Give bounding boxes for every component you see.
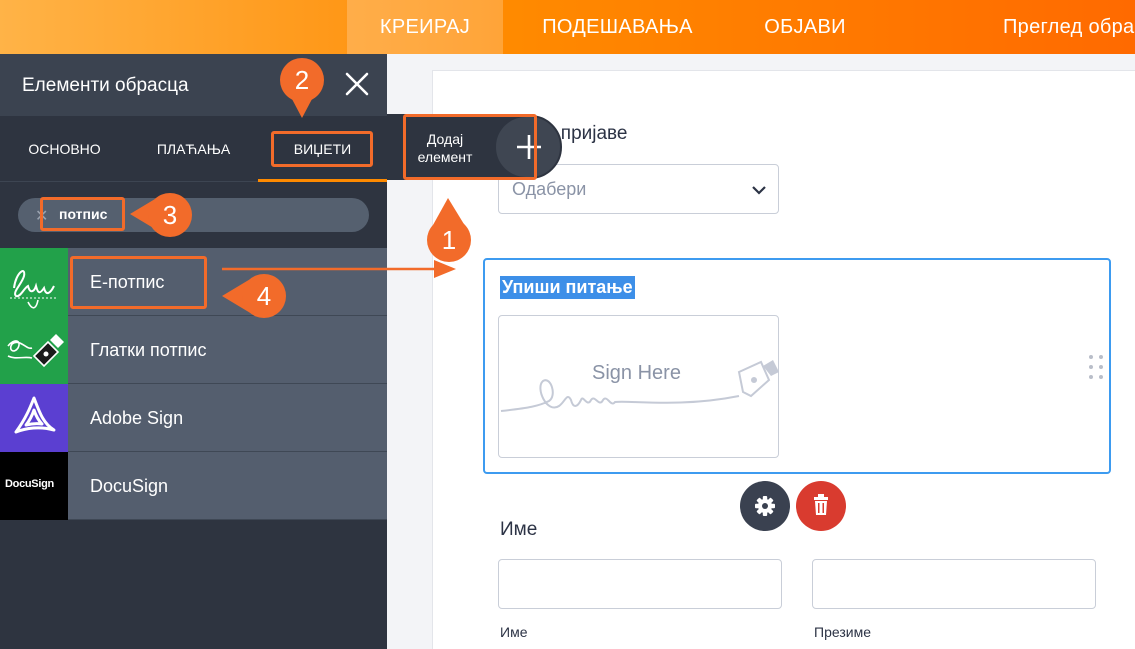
tab-basic[interactable]: ОСНОВНО (0, 116, 129, 182)
widget-item-docusign[interactable]: DocuSign DocuSign (0, 452, 387, 520)
panel-header: Елементи обрасца (0, 54, 387, 116)
trash-icon (814, 494, 828, 515)
highlight-add-element (403, 114, 537, 180)
last-name-sublabel: Презиме (814, 624, 871, 640)
first-name-sublabel: Име (500, 624, 528, 640)
drag-handle-icon[interactable] (1088, 354, 1104, 380)
annotation-badge-3: 3 (148, 193, 192, 237)
annotation-badge-1: 1 (427, 218, 471, 262)
signature-question[interactable]: Упиши питање (500, 276, 635, 299)
settings-button[interactable] (740, 481, 790, 531)
docusign-logo-text: DocuSign (5, 478, 54, 490)
first-name-input[interactable] (498, 559, 782, 609)
tab-publish[interactable]: ОБЈАВИ (740, 0, 870, 54)
gear-icon (755, 496, 775, 516)
panel-title: Елементи обрасца (22, 75, 189, 96)
dropdown-value: Одабери (512, 179, 587, 199)
signature-pad[interactable]: Sign Here (498, 315, 779, 458)
widget-label: Глатки потпис (90, 340, 207, 360)
highlight-widgets-tab (271, 131, 373, 167)
signature-squiggle-icon (500, 360, 779, 412)
delete-button[interactable] (796, 481, 846, 531)
tab-payments[interactable]: ПЛАЋАЊА (129, 116, 258, 182)
widget-item-adobe-sign[interactable]: Adobe Sign (0, 384, 387, 452)
highlight-e-signature (70, 256, 207, 309)
top-navigation: КРЕИРАЈ ПОДЕШАВАЊА ОБЈАВИ Преглед обрасц… (0, 0, 1135, 54)
signature-field[interactable]: Упиши питање Sign Here (483, 258, 1111, 474)
annotation-badge-4: 4 (242, 274, 286, 318)
last-name-input[interactable] (812, 559, 1096, 609)
widget-item-smooth-signature[interactable]: Глатки потпис (0, 316, 387, 384)
adobe-icon (0, 384, 68, 452)
docusign-logo: DocuSign (0, 452, 68, 520)
close-icon[interactable] (343, 70, 371, 98)
tab-create[interactable]: КРЕИРАЈ (347, 0, 503, 54)
highlight-search (40, 197, 125, 231)
fountain-pen-icon (0, 316, 68, 384)
widget-label: Adobe Sign (90, 408, 184, 428)
sign-script-icon (0, 248, 68, 316)
name-label: Име (500, 519, 538, 540)
form-preview-link[interactable]: Преглед обрасца (1003, 0, 1135, 54)
chevron-down-icon (752, 186, 766, 195)
tab-settings[interactable]: ПОДЕШАВАЊА (520, 0, 715, 54)
annotation-badge-2: 2 (280, 58, 324, 102)
widget-label: DocuSign (90, 476, 169, 496)
